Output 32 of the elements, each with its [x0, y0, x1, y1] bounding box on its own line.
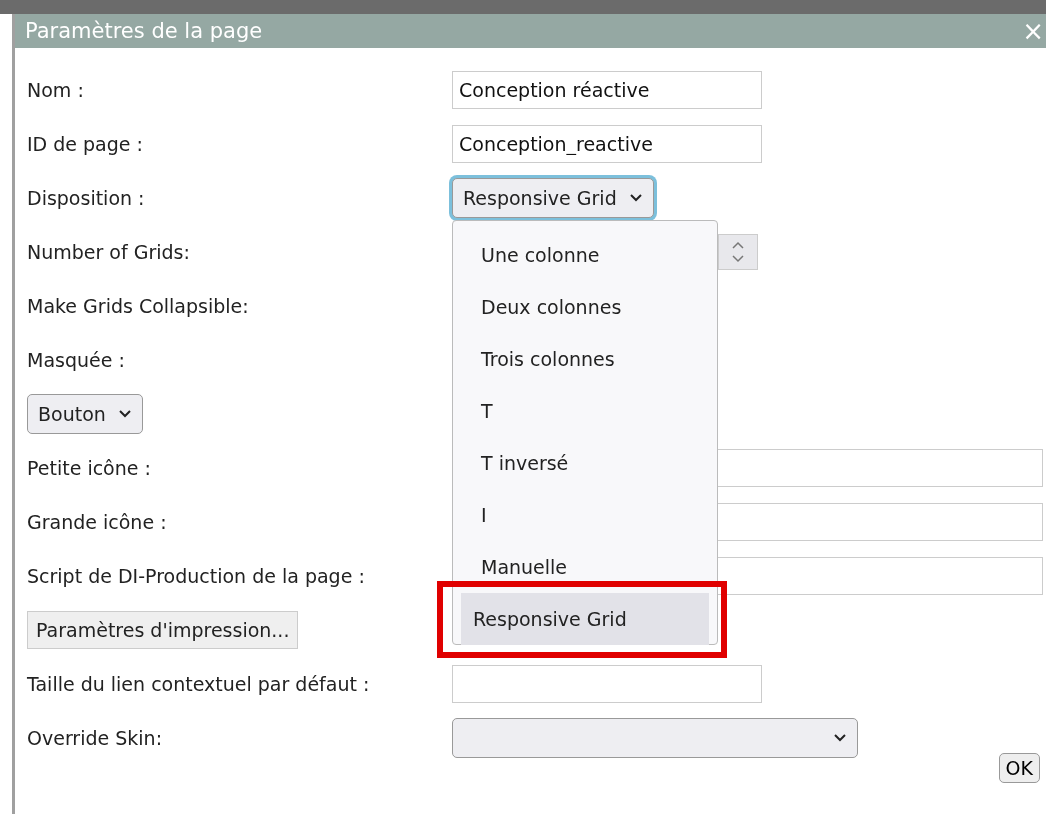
field-label: Taille du lien contextuel par défaut :: [27, 673, 371, 695]
field-label: Nom :: [27, 79, 85, 101]
field-label: Disposition :: [27, 187, 146, 209]
dropdown-option[interactable]: Responsive Grid: [461, 593, 709, 645]
chevron-icon: [117, 409, 132, 419]
ok-button[interactable]: OK: [998, 753, 1040, 783]
dropdown-option[interactable]: Deux colonnes: [461, 281, 709, 333]
input-field[interactable]: Conception réactive: [452, 71, 762, 109]
input-field[interactable]: [452, 665, 762, 703]
dropdown-option[interactable]: Manuelle: [461, 541, 709, 593]
skin-select[interactable]: [452, 718, 858, 758]
field-label: Petite icône :: [27, 457, 152, 479]
dropdown-option[interactable]: I: [461, 489, 709, 541]
field-label: Override Skin:: [27, 727, 164, 749]
field-label: Number of Grids:: [27, 241, 191, 263]
dialog-title: Paramètres de la page: [25, 19, 263, 43]
dropdown-option[interactable]: Une colonne: [461, 229, 709, 281]
dropdown-option[interactable]: T: [461, 385, 709, 437]
display-select[interactable]: Bouton: [27, 394, 143, 434]
dropdown-option[interactable]: T inversé: [461, 437, 709, 489]
chevron-icon: [628, 193, 643, 203]
field-label: Make Grids Collapsible:: [27, 295, 250, 317]
input-field[interactable]: Conception_reactive: [452, 125, 762, 163]
spinner-icon[interactable]: [718, 234, 758, 270]
print-settings-button[interactable]: Paramètres d'impression...: [27, 611, 299, 649]
field-label: Grande icône :: [27, 511, 168, 533]
chevron-icon: [833, 733, 847, 743]
dropdown-option[interactable]: Trois colonnes: [461, 333, 709, 385]
layout-select[interactable]: Responsive Grid: [452, 178, 654, 218]
field-label: Script de DI-Production de la page :: [27, 565, 366, 587]
field-label: ID de page :: [27, 133, 144, 155]
field-label: Masquée :: [27, 349, 126, 371]
